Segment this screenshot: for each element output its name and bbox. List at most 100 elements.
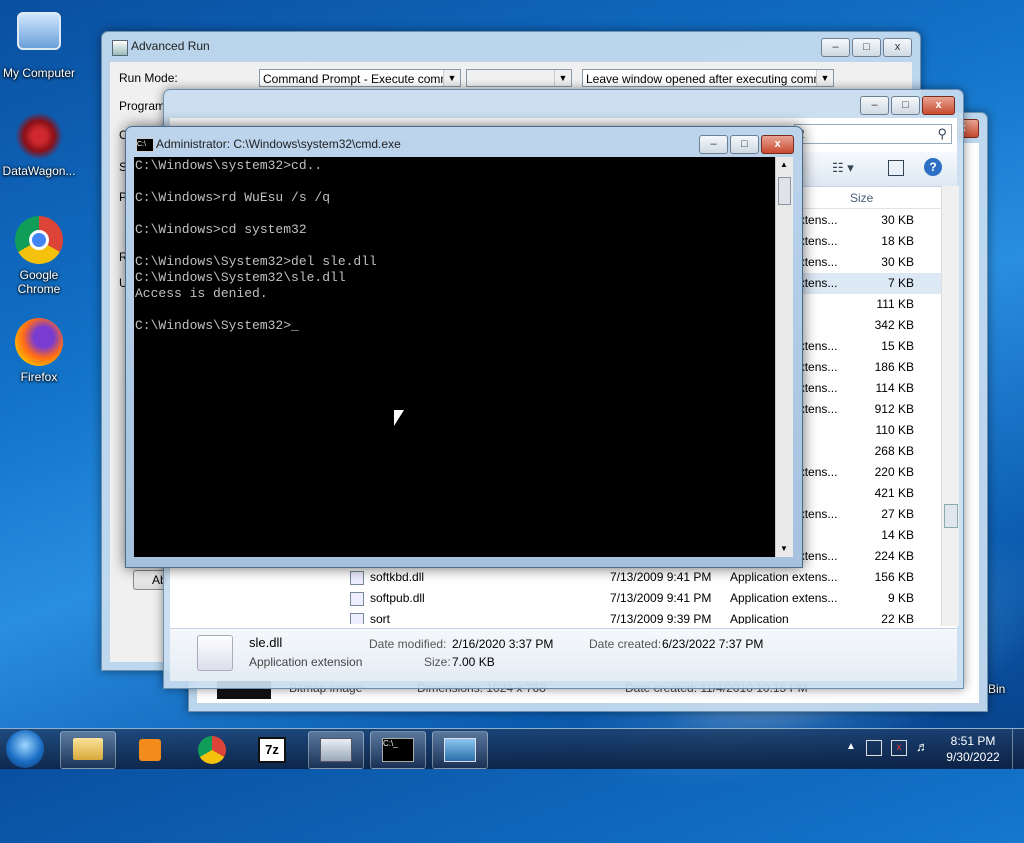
console-line: C:\Windows>rd WuEsu /s /q [135,190,331,205]
console-line: C:\Windows\System32>_ [135,318,299,333]
window-title: Advanced Run [131,39,210,53]
start-orb-icon[interactable] [6,730,44,768]
console-line: C:\Windows\system32>cd.. [135,158,323,173]
scroll-down-icon[interactable]: ▼ [776,541,792,557]
file-date: 7/13/2009 9:41 PM [610,591,712,605]
size-column-header[interactable]: Size [850,191,873,205]
detail-modified: 2/16/2020 3:37 PM [452,637,554,651]
file-size: 114 KB [875,381,914,395]
taskbar: 7z C:\_ ▲ x ♬ 8:51 PM 9/30/2022 [0,728,1024,769]
show-hidden-icons-icon[interactable]: ▲ [846,741,856,752]
file-name: sort [370,612,391,624]
detail-modified-label: Date modified: [369,637,447,651]
file-icon [350,571,364,585]
details-pane: sle.dll Application extension Date modif… [170,628,957,681]
run-mode-select[interactable]: Command Prompt - Execute command ▼ [259,69,461,87]
cmd-icon: C:\_ [382,738,414,762]
file-size: 22 KB [881,612,914,624]
window-option-value: Leave window opened after executing comm… [586,72,834,86]
advanced-run-icon [320,738,352,762]
close-button[interactable]: x [761,135,794,154]
desktop-icon-firefox[interactable]: Firefox [0,318,78,384]
desktop-icon-label: Google Chrome [17,268,61,296]
desktop-icon-my-computer[interactable]: My Computer [0,8,78,80]
file-size: 421 KB [874,486,914,500]
clock-time: 8:51 PM [950,734,996,748]
file-size: 156 KB [874,570,914,584]
console-line: C:\Windows\System32>del sle.dll [135,254,377,269]
chevron-down-icon: ▼ [554,70,571,86]
program-label: Program [119,99,166,113]
firefox-icon [15,318,63,366]
detail-size-label: Size: [424,655,451,669]
file-size: 30 KB [881,255,914,269]
file-icon [350,592,364,606]
file-row[interactable]: softpub.dll 7/13/2009 9:41 PM Application … [330,588,950,609]
file-size: 220 KB [874,465,914,479]
console-output[interactable]: C:\Windows\system32>cd.. C:\Windows>rd Wu… [134,157,775,557]
maximize-button[interactable]: □ [730,135,759,154]
view-options-icon[interactable]: ☷ ▾ [832,160,854,176]
taskbar-cmd[interactable]: C:\_ [370,731,426,769]
taskbar-chrome[interactable] [184,731,240,769]
maximize-button[interactable]: □ [891,96,920,115]
search-icon: ⚲ [937,126,947,141]
desktop-icon-chrome[interactable]: Google Chrome [0,216,78,296]
file-name: softkbd.dll [370,570,425,584]
file-size: 342 KB [874,318,914,332]
minimize-button[interactable]: – [860,96,889,115]
mouse-cursor-icon [394,410,404,426]
file-row[interactable]: softkbd.dll 7/13/2009 9:41 PM Application … [330,567,950,588]
file-size: 9 KB [887,591,914,605]
vertical-scrollbar[interactable]: ▲ ▼ [775,157,793,557]
run-mode-value: Command Prompt - Execute command [263,72,461,86]
desktop-icon-label: DataWagon... [2,164,76,178]
help-icon[interactable]: ? [924,158,942,176]
file-type: Application extens... [730,570,838,584]
file-size: 111 KB [876,297,914,311]
secondary-select[interactable]: ▼ [466,69,572,87]
file-size: 14 KB [881,528,914,542]
clock[interactable]: 8:51 PM 9/30/2022 [938,733,1008,765]
minimize-button[interactable]: – [699,135,728,154]
console-line: C:\Windows\System32\sle.dll [135,270,346,285]
file-size: 27 KB [881,507,914,521]
taskbar-7zip[interactable]: 7z [244,731,300,769]
show-desktop-button[interactable] [1012,729,1024,769]
action-center-icon[interactable] [866,740,882,756]
minimize-button[interactable]: – [821,38,850,57]
search-box[interactable]: 2 ⚲ [794,124,952,144]
explorer-icon [73,738,103,760]
console-line: C:\Windows>cd system32 [135,222,307,237]
maximize-button[interactable]: □ [852,38,881,57]
taskbar-advanced-run[interactable] [308,731,364,769]
file-size: 186 KB [874,360,914,374]
file-type: Application extens... [730,591,838,605]
close-button[interactable]: x [922,96,955,115]
file-size: 268 KB [874,444,914,458]
file-date: 7/13/2009 9:41 PM [610,570,712,584]
file-row[interactable]: sort 7/13/2009 9:39 PM Application 22 KB [330,609,950,624]
window-option-select[interactable]: Leave window opened after executing comm… [582,69,834,87]
file-size: 15 KB [881,339,914,353]
scroll-thumb[interactable] [944,504,958,528]
taskbar-explorer[interactable] [60,731,116,769]
scroll-thumb[interactable] [778,177,791,205]
desktop-icon-datawagon[interactable]: DataWagon... [0,112,78,178]
close-button[interactable]: x [883,38,912,57]
taskbar-image-viewer[interactable] [432,731,488,769]
detail-created: 6/23/2022 7:37 PM [662,637,764,651]
taskbar-media-player[interactable] [122,731,178,769]
cmd-window[interactable]: C:\ Administrator: C:\Windows\system32\c… [125,126,803,568]
scroll-up-icon[interactable]: ▲ [776,157,792,173]
advanced-run-icon [112,40,128,56]
preview-pane-icon[interactable] [888,160,904,176]
media-player-icon [139,739,161,761]
clock-date: 9/30/2022 [946,750,1000,764]
file-size: 7 KB [887,276,914,290]
network-icon[interactable]: x [891,740,907,756]
volume-icon[interactable]: ♬ [916,739,929,754]
vertical-scrollbar[interactable] [941,186,959,626]
